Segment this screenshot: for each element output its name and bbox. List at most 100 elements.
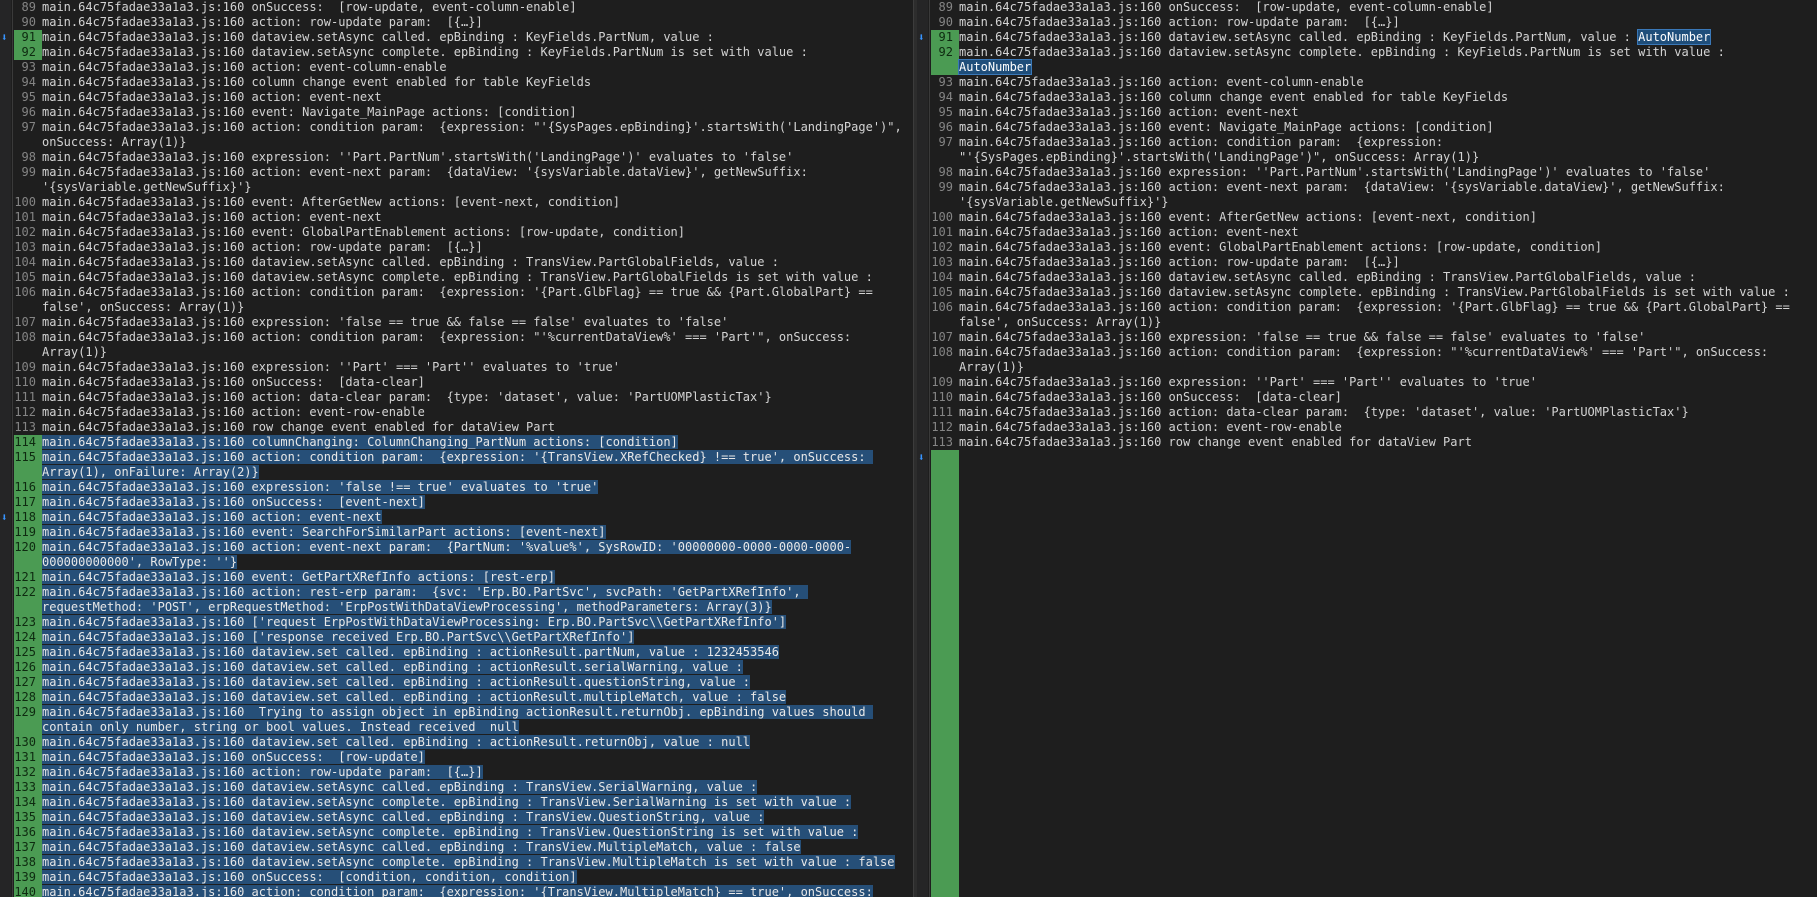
code-line[interactable]: 131 main.64c75fadae33a1a3.js:160 onSucces… xyxy=(14,750,917,765)
code-line[interactable]: 94 main.64c75fadae33a1a3.js:160 column ch… xyxy=(14,75,917,90)
code-line[interactable]: 135 main.64c75fadae33a1a3.js:160 dataview… xyxy=(14,810,917,825)
code-line[interactable]: 112 main.64c75fadae33a1a3.js:160 action: … xyxy=(931,420,1817,435)
code-line[interactable]: 124 main.64c75fadae33a1a3.js:160 ['respon… xyxy=(14,630,917,645)
code-line[interactable]: 89 main.64c75fadae33a1a3.js:160 onSuccess… xyxy=(14,0,917,15)
line-number: 98 xyxy=(938,165,953,179)
code-line[interactable]: 116 main.64c75fadae33a1a3.js:160 expressi… xyxy=(14,480,917,495)
code-line[interactable]: 96 main.64c75fadae33a1a3.js:160 event: Na… xyxy=(14,105,917,120)
code-line[interactable]: 101 main.64c75fadae33a1a3.js:160 action: … xyxy=(14,210,917,225)
code-line[interactable]: 140 main.64c75fadae33a1a3.js:160 action: … xyxy=(14,885,917,897)
code-line[interactable]: 109 main.64c75fadae33a1a3.js:160 expressi… xyxy=(931,375,1817,390)
code-line[interactable]: 98 main.64c75fadae33a1a3.js:160 expressio… xyxy=(931,165,1817,180)
line-text: main.64c75fadae33a1a3.js:160 action: eve… xyxy=(42,90,917,105)
code-line[interactable]: 139 main.64c75fadae33a1a3.js:160 onSucces… xyxy=(14,870,917,885)
code-line[interactable]: 136 main.64c75fadae33a1a3.js:160 dataview… xyxy=(14,825,917,840)
next-change-arrow-icon[interactable]: ⬇ xyxy=(918,450,928,465)
code-line[interactable]: 96 main.64c75fadae33a1a3.js:160 event: Na… xyxy=(931,120,1817,135)
code-line[interactable]: 92 main.64c75fadae33a1a3.js:160 dataview.… xyxy=(14,45,917,60)
code-line[interactable]: 104 main.64c75fadae33a1a3.js:160 dataview… xyxy=(14,255,917,270)
log-prefix: main.64c75fadae33a1a3.js:160 xyxy=(42,315,252,329)
code-line[interactable]: 133 main.64c75fadae33a1a3.js:160 dataview… xyxy=(14,780,917,795)
code-line[interactable]: 107 main.64c75fadae33a1a3.js:160 expressi… xyxy=(931,330,1817,345)
code-line[interactable]: 127 main.64c75fadae33a1a3.js:160 dataview… xyxy=(14,675,917,690)
code-line[interactable]: 94 main.64c75fadae33a1a3.js:160 column ch… xyxy=(931,90,1817,105)
log-prefix: main.64c75fadae33a1a3.js:160 xyxy=(959,180,1169,194)
line-text: main.64c75fadae33a1a3.js:160 dataview.se… xyxy=(42,690,917,705)
code-line[interactable]: 90 main.64c75fadae33a1a3.js:160 action: r… xyxy=(14,15,917,30)
code-line[interactable]: 101 main.64c75fadae33a1a3.js:160 action: … xyxy=(931,225,1817,240)
code-line[interactable]: 103 main.64c75fadae33a1a3.js:160 action: … xyxy=(931,255,1817,270)
code-line[interactable]: 100 main.64c75fadae33a1a3.js:160 event: A… xyxy=(931,210,1817,225)
code-line[interactable]: 111 main.64c75fadae33a1a3.js:160 action: … xyxy=(931,405,1817,420)
code-line[interactable]: 90 main.64c75fadae33a1a3.js:160 action: r… xyxy=(931,15,1817,30)
code-line[interactable]: 113 main.64c75fadae33a1a3.js:160 row chan… xyxy=(14,420,917,435)
code-line[interactable]: 125 main.64c75fadae33a1a3.js:160 dataview… xyxy=(14,645,917,660)
line-number: 92 xyxy=(931,45,959,75)
code-line[interactable]: 138 main.64c75fadae33a1a3.js:160 dataview… xyxy=(14,855,917,870)
left-diff-pane[interactable]: 89 main.64c75fadae33a1a3.js:160 onSuccess… xyxy=(0,0,917,897)
code-line[interactable]: 89 main.64c75fadae33a1a3.js:160 onSuccess… xyxy=(931,0,1817,15)
code-line[interactable]: 117 main.64c75fadae33a1a3.js:160 onSucces… xyxy=(14,495,917,510)
next-change-arrow-icon[interactable]: ⬇ xyxy=(1,510,11,525)
code-line[interactable]: 110 main.64c75fadae33a1a3.js:160 onSucces… xyxy=(14,375,917,390)
code-line[interactable]: 111 main.64c75fadae33a1a3.js:160 action: … xyxy=(14,390,917,405)
log-message: dataview.setAsync called. epBinding : Tr… xyxy=(251,810,765,824)
right-diff-pane[interactable]: 89 main.64c75fadae33a1a3.js:160 onSuccess… xyxy=(917,0,1817,897)
code-line[interactable]: 95 main.64c75fadae33a1a3.js:160 action: e… xyxy=(14,90,917,105)
code-line[interactable]: 109 main.64c75fadae33a1a3.js:160 expressi… xyxy=(14,360,917,375)
code-line[interactable]: 91 main.64c75fadae33a1a3.js:160 dataview.… xyxy=(14,30,917,45)
log-message: dataview.setAsync called. epBinding : Tr… xyxy=(251,255,779,269)
line-content: main.64c75fadae33a1a3.js:160 dataview.se… xyxy=(42,690,787,704)
code-line[interactable]: 99 main.64c75fadae33a1a3.js:160 action: e… xyxy=(14,165,917,195)
code-line[interactable]: 102 main.64c75fadae33a1a3.js:160 event: G… xyxy=(931,240,1817,255)
code-line[interactable]: 120 main.64c75fadae33a1a3.js:160 action: … xyxy=(14,540,917,570)
code-line[interactable]: 106 main.64c75fadae33a1a3.js:160 action: … xyxy=(931,300,1817,330)
code-line[interactable]: 104 main.64c75fadae33a1a3.js:160 dataview… xyxy=(931,270,1817,285)
code-line[interactable]: 126 main.64c75fadae33a1a3.js:160 dataview… xyxy=(14,660,917,675)
code-line[interactable]: 108 main.64c75fadae33a1a3.js:160 action: … xyxy=(931,345,1817,375)
code-line[interactable]: 110 main.64c75fadae33a1a3.js:160 onSucces… xyxy=(931,390,1817,405)
code-line[interactable]: 106 main.64c75fadae33a1a3.js:160 action: … xyxy=(14,285,917,315)
line-content: main.64c75fadae33a1a3.js:160 action: con… xyxy=(42,450,873,479)
code-line[interactable]: 108 main.64c75fadae33a1a3.js:160 action: … xyxy=(14,330,917,360)
code-line[interactable]: 98 main.64c75fadae33a1a3.js:160 expressio… xyxy=(14,150,917,165)
next-change-arrow-icon[interactable]: ⬇ xyxy=(918,30,928,45)
line-text: main.64c75fadae33a1a3.js:160 action: eve… xyxy=(959,225,1817,240)
line-number: 103 xyxy=(931,255,953,269)
code-line[interactable]: 97 main.64c75fadae33a1a3.js:160 action: c… xyxy=(14,120,917,150)
code-line[interactable]: 112 main.64c75fadae33a1a3.js:160 action: … xyxy=(14,405,917,420)
line-content: main.64c75fadae33a1a3.js:160 action: eve… xyxy=(959,180,1732,209)
log-prefix: main.64c75fadae33a1a3.js:160 xyxy=(959,255,1169,269)
code-line[interactable]: 114 main.64c75fadae33a1a3.js:160 columnCh… xyxy=(14,435,917,450)
code-line[interactable]: 128 main.64c75fadae33a1a3.js:160 dataview… xyxy=(14,690,917,705)
code-line[interactable]: 105 main.64c75fadae33a1a3.js:160 dataview… xyxy=(14,270,917,285)
code-line[interactable]: 93 main.64c75fadae33a1a3.js:160 action: e… xyxy=(931,75,1817,90)
code-line[interactable]: 100 main.64c75fadae33a1a3.js:160 event: A… xyxy=(14,195,917,210)
code-line[interactable]: 119 main.64c75fadae33a1a3.js:160 event: S… xyxy=(14,525,917,540)
code-line[interactable]: 123 main.64c75fadae33a1a3.js:160 ['reques… xyxy=(14,615,917,630)
code-line[interactable]: 130 main.64c75fadae33a1a3.js:160 dataview… xyxy=(14,735,917,750)
line-content: main.64c75fadae33a1a3.js:160 action: con… xyxy=(42,330,858,359)
code-line[interactable]: 102 main.64c75fadae33a1a3.js:160 event: G… xyxy=(14,225,917,240)
code-line[interactable]: 122 main.64c75fadae33a1a3.js:160 action: … xyxy=(14,585,917,615)
log-message: row change event enabled for dataView Pa… xyxy=(1168,435,1472,449)
code-line[interactable]: 93 main.64c75fadae33a1a3.js:160 action: e… xyxy=(14,60,917,75)
log-prefix: main.64c75fadae33a1a3.js:160 xyxy=(42,510,252,524)
code-line[interactable]: 99 main.64c75fadae33a1a3.js:160 action: e… xyxy=(931,180,1817,210)
code-line[interactable]: 115 main.64c75fadae33a1a3.js:160 action: … xyxy=(14,450,917,480)
code-line[interactable]: 132 main.64c75fadae33a1a3.js:160 action: … xyxy=(14,765,917,780)
code-line[interactable]: 103 main.64c75fadae33a1a3.js:160 action: … xyxy=(14,240,917,255)
code-line[interactable]: 137 main.64c75fadae33a1a3.js:160 dataview… xyxy=(14,840,917,855)
code-line[interactable]: 134 main.64c75fadae33a1a3.js:160 dataview… xyxy=(14,795,917,810)
code-line[interactable]: 121 main.64c75fadae33a1a3.js:160 event: G… xyxy=(14,570,917,585)
code-line[interactable]: 113 main.64c75fadae33a1a3.js:160 row chan… xyxy=(931,435,1817,450)
code-line[interactable]: 91 main.64c75fadae33a1a3.js:160 dataview.… xyxy=(931,29,1817,45)
code-line[interactable]: 118 main.64c75fadae33a1a3.js:160 action: … xyxy=(14,510,917,525)
next-change-arrow-icon[interactable]: ⬇ xyxy=(1,30,11,45)
code-line[interactable]: 105 main.64c75fadae33a1a3.js:160 dataview… xyxy=(931,285,1817,300)
code-line[interactable]: 92 main.64c75fadae33a1a3.js:160 dataview.… xyxy=(931,45,1817,75)
code-line[interactable]: 97 main.64c75fadae33a1a3.js:160 action: c… xyxy=(931,135,1817,165)
code-line[interactable]: 129 main.64c75fadae33a1a3.js:160 Trying t… xyxy=(14,705,917,735)
code-line[interactable]: 95 main.64c75fadae33a1a3.js:160 action: e… xyxy=(931,105,1817,120)
code-line[interactable]: 107 main.64c75fadae33a1a3.js:160 expressi… xyxy=(14,315,917,330)
